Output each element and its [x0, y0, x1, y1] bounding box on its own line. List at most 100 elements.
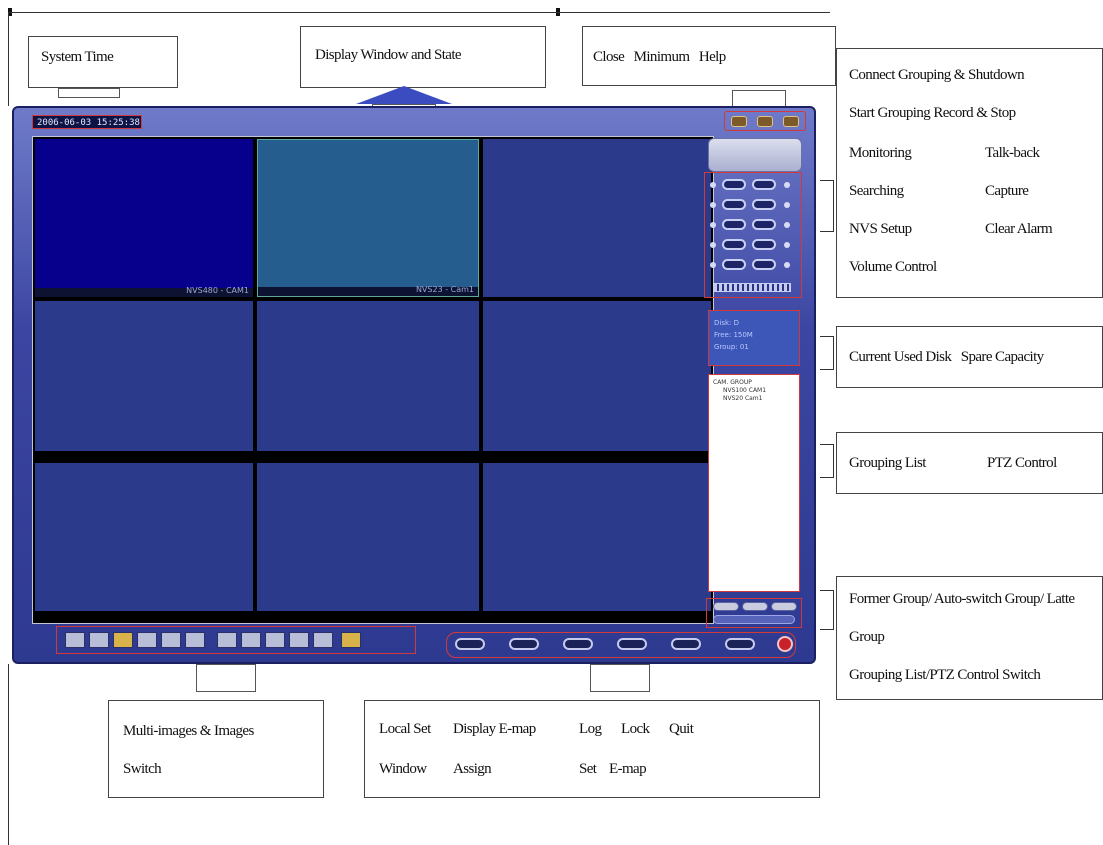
- callout-multi-images: Multi-images & Images Switch: [108, 700, 324, 798]
- video-tile[interactable]: [483, 463, 711, 611]
- video-tile[interactable]: [257, 301, 479, 451]
- display-window-grid: NVS480 - CAM1 NVS23 - Cam1: [32, 136, 714, 624]
- control-pill[interactable]: [722, 199, 746, 210]
- minimize-button[interactable]: [757, 116, 773, 127]
- window-assign-button[interactable]: [509, 638, 539, 650]
- callout-text: Switch: [123, 761, 162, 777]
- dot-icon: [710, 202, 716, 208]
- image-switch-button[interactable]: [217, 632, 237, 648]
- arrow-shaft: [590, 664, 650, 692]
- callout-text: Assign: [453, 761, 492, 777]
- control-pill[interactable]: [722, 239, 746, 250]
- connect-group-button[interactable]: [708, 138, 802, 172]
- callout-disk: Current Used Disk Spare Capacity: [836, 326, 1103, 388]
- system-time-display: 2006-06-03 15:25:38: [32, 115, 142, 129]
- callout-former-group: Former Group/ Auto-switch Group/ Latte G…: [836, 576, 1103, 700]
- display-emap-button[interactable]: [563, 638, 593, 650]
- image-switch-button[interactable]: [313, 632, 333, 648]
- log-set-button[interactable]: [617, 638, 647, 650]
- callout-text: Grouping List/PTZ Control Switch: [849, 667, 1041, 683]
- dot-icon: [710, 242, 716, 248]
- brace: [820, 336, 834, 370]
- list-item[interactable]: CAM. GROUP: [713, 379, 795, 387]
- video-tile[interactable]: [35, 463, 253, 611]
- video-tile[interactable]: NVS23 - Cam1: [257, 139, 479, 297]
- control-pill[interactable]: [752, 259, 776, 270]
- callout-text: Window: [379, 761, 427, 777]
- arrow-shaft: [58, 88, 120, 98]
- window-buttons: [724, 111, 806, 131]
- arrow-shaft: [196, 664, 256, 692]
- dot-icon: [784, 262, 790, 268]
- grouping-list[interactable]: CAM. GROUP NVS100 CAM1 NVS20 Cam1: [708, 374, 800, 592]
- layout-16-button[interactable]: [137, 632, 157, 648]
- list-ptz-switch-button[interactable]: [713, 615, 795, 624]
- control-pill[interactable]: [722, 219, 746, 230]
- list-item[interactable]: NVS100 CAM1: [713, 387, 795, 395]
- local-set-button[interactable]: [455, 638, 485, 650]
- callout-system-time-label: System Time: [41, 49, 114, 65]
- callout-text: Quit: [669, 721, 694, 737]
- callout-text: NVS Setup: [849, 221, 912, 237]
- dot-icon: [784, 242, 790, 248]
- video-tile[interactable]: [483, 139, 711, 297]
- control-pill[interactable]: [722, 259, 746, 270]
- callout-text: Current Used Disk Spare Capacity: [849, 349, 1044, 365]
- control-pill[interactable]: [752, 239, 776, 250]
- callout-text: Display E-map: [453, 721, 536, 737]
- record-control[interactable]: [710, 177, 798, 193]
- dot-icon: [784, 182, 790, 188]
- clear-alarm-control[interactable]: [710, 257, 798, 273]
- video-tile[interactable]: NVS480 - CAM1: [35, 139, 253, 297]
- quit-button[interactable]: [777, 636, 793, 652]
- callout-text: Lock: [621, 721, 650, 737]
- multi-image-switch-bar: [56, 626, 416, 654]
- callout-text: PTZ Control: [987, 455, 1057, 471]
- video-tile[interactable]: [35, 301, 253, 451]
- image-switch-button[interactable]: [265, 632, 285, 648]
- brace: [820, 180, 834, 232]
- callout-text: Set: [579, 761, 597, 777]
- brace: [820, 590, 834, 630]
- image-switch-button[interactable]: [241, 632, 261, 648]
- arrow-up-icon: [356, 86, 452, 104]
- callout-toolbar: Local Set Display E-map Log Lock Quit Wi…: [364, 700, 820, 798]
- layout-9-button[interactable]: [113, 632, 133, 648]
- callout-text: Connect Grouping & Shutdown: [849, 67, 1025, 83]
- layout-button[interactable]: [161, 632, 181, 648]
- callout-text: Volume Control: [849, 259, 937, 275]
- close-button[interactable]: [731, 116, 747, 127]
- nvs-setup-control[interactable]: [710, 237, 798, 253]
- callout-close-min-help-label: Close Minimum Help: [593, 49, 726, 65]
- group-switch-buttons: [706, 598, 802, 628]
- emap-button[interactable]: [725, 638, 755, 650]
- layout-button[interactable]: [185, 632, 205, 648]
- video-tile[interactable]: [257, 463, 479, 611]
- callout-text: Local Set: [379, 721, 431, 737]
- list-item[interactable]: NVS20 Cam1: [713, 395, 795, 403]
- control-pill[interactable]: [722, 179, 746, 190]
- callout-text: Capture: [985, 183, 1029, 199]
- layout-1-button[interactable]: [65, 632, 85, 648]
- callout-text: Talk-back: [985, 145, 1040, 161]
- latter-group-button[interactable]: [771, 602, 797, 611]
- dot-icon: [784, 222, 790, 228]
- layout-4-button[interactable]: [89, 632, 109, 648]
- former-group-button[interactable]: [713, 602, 739, 611]
- nvs-client-window: 2006-06-03 15:25:38 NVS480 - CAM1 NVS23 …: [12, 106, 816, 664]
- free-space-label: Free: 150M: [714, 331, 753, 339]
- auto-switch-group-button[interactable]: [742, 602, 768, 611]
- searching-control[interactable]: [710, 217, 798, 233]
- monitoring-control[interactable]: [710, 197, 798, 213]
- callout-right-panel: Connect Grouping & Shutdown Start Groupi…: [836, 48, 1103, 298]
- volume-slider[interactable]: [713, 283, 791, 292]
- control-pill[interactable]: [752, 219, 776, 230]
- help-button[interactable]: [783, 116, 799, 127]
- video-tile[interactable]: [483, 301, 711, 451]
- callout-display-window-label: Display Window and State: [315, 47, 462, 63]
- full-screen-button[interactable]: [341, 632, 361, 648]
- lock-button[interactable]: [671, 638, 701, 650]
- control-pill[interactable]: [752, 199, 776, 210]
- image-switch-button[interactable]: [289, 632, 309, 648]
- control-pill[interactable]: [752, 179, 776, 190]
